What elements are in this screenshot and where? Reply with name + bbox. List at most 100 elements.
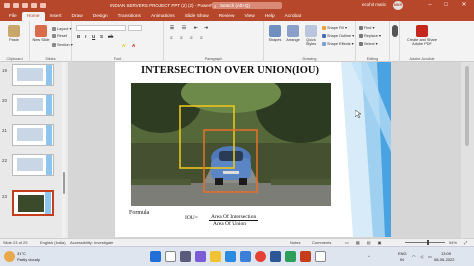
tab-home[interactable]: Home [21, 12, 45, 21]
wifi-icon[interactable]: ◠ [412, 254, 416, 259]
word-icon[interactable] [270, 251, 281, 262]
slide-thumbnail[interactable] [12, 190, 54, 216]
windows-start-icon[interactable] [150, 251, 161, 262]
weather-temp[interactable]: 31°C [17, 251, 26, 256]
tab-draw[interactable]: Draw [67, 12, 88, 21]
shapes-button[interactable]: Shapes [266, 23, 284, 42]
paste-button[interactable]: Paste [5, 23, 23, 42]
tab-acrobat[interactable]: Acrobat [280, 12, 307, 21]
undo-icon[interactable] [22, 3, 28, 8]
align-center-icon[interactable]: ≡ [180, 35, 183, 40]
slide-thumbnail[interactable] [12, 154, 54, 176]
highlight-icon[interactable]: A [122, 43, 125, 48]
numbering-icon[interactable]: ☷ [182, 25, 186, 31]
zoom-level[interactable]: 54% [449, 240, 457, 245]
comments-button[interactable]: Comments [312, 240, 331, 245]
shadow-icon[interactable]: S [100, 34, 103, 39]
tab-transitions[interactable]: Transitions [113, 12, 146, 21]
maximize-button[interactable]: □ [440, 0, 452, 11]
find-button[interactable]: Find ▾ [359, 25, 374, 30]
weather-icon[interactable] [4, 251, 15, 262]
search-taskbar-icon[interactable] [165, 251, 176, 262]
align-left-icon[interactable]: ≡ [170, 35, 173, 40]
tab-file[interactable]: File [4, 12, 22, 21]
teams-chat-icon[interactable] [195, 251, 206, 262]
weather-desc[interactable]: Partly cloudy [17, 257, 40, 262]
tab-help[interactable]: Help [260, 12, 280, 21]
minimize-button[interactable]: – [424, 0, 436, 11]
editor-scrollbar[interactable] [461, 62, 474, 238]
redo-icon[interactable] [31, 3, 37, 8]
tray-chevron-icon[interactable]: ^ [368, 254, 370, 259]
create-share-pdf-button[interactable]: Create and Share Adobe PDF [402, 23, 442, 46]
app2-icon[interactable] [315, 251, 326, 262]
notes-button[interactable]: Notes [290, 240, 300, 245]
slide-thumbnail-pane[interactable]: 19 20 21 22 23 [0, 62, 68, 238]
current-slide[interactable]: INTERSECTION OVER UNION(IOU) Formula IOU… [115, 62, 391, 237]
volume-icon[interactable]: ◁ [420, 254, 423, 259]
reset-button[interactable]: Reset [52, 34, 67, 38]
avatar[interactable]: MKR [393, 1, 403, 10]
customize-qat-icon[interactable] [40, 3, 46, 8]
scrollbar-thumb[interactable] [63, 172, 65, 194]
autosave-icon[interactable] [4, 3, 10, 8]
view-buttons[interactable]: ▭ ▦ ▤ ▣ [345, 240, 384, 245]
language-indicator[interactable]: English (India) [40, 240, 66, 245]
edge-icon[interactable] [225, 251, 236, 262]
save-icon[interactable] [13, 3, 19, 8]
thumbnail-scrollbar[interactable] [62, 62, 66, 238]
underline-icon[interactable]: U [92, 34, 95, 39]
bullets-icon[interactable]: ☰ [170, 25, 174, 31]
chrome-icon[interactable] [255, 251, 266, 262]
align-right-icon[interactable]: ≡ [190, 35, 193, 40]
language-bottom[interactable]: IN [400, 257, 404, 262]
search-box[interactable]: ⌕ Search (Alt+Q) [212, 2, 282, 9]
car-bounding-box-photo[interactable] [131, 83, 331, 206]
language-top[interactable]: ENG [398, 251, 407, 256]
store-icon[interactable] [240, 251, 251, 262]
strikethrough-icon[interactable]: ab [108, 34, 113, 39]
new-slide-button[interactable]: New Slide [32, 23, 50, 42]
slide-thumbnail[interactable] [12, 64, 54, 86]
font-name-box[interactable] [76, 25, 126, 31]
section-button[interactable]: Section ▾ [52, 42, 73, 47]
close-button[interactable]: ✕ [458, 0, 470, 11]
formula-label[interactable]: Formula [129, 210, 149, 216]
layout-button[interactable]: Layout ▾ [52, 26, 71, 31]
slide-title[interactable]: INTERSECTION OVER UNION(IOU) [115, 65, 345, 76]
clock-time[interactable]: 13:09 [441, 251, 451, 256]
select-button[interactable]: Select ▾ [359, 41, 378, 46]
tab-view[interactable]: View [239, 12, 259, 21]
font-color-icon[interactable]: A [132, 43, 135, 48]
bold-icon[interactable]: B [77, 34, 80, 39]
italic-icon[interactable]: I [85, 34, 86, 39]
quick-styles-button[interactable]: Quick Styles [302, 23, 320, 46]
tab-slide-show[interactable]: Slide Show [180, 12, 214, 21]
fit-slide-icon[interactable]: ⤢ [464, 240, 467, 245]
file-explorer-icon[interactable] [210, 251, 221, 262]
arrange-button[interactable]: Arrange [284, 23, 302, 42]
zoom-slider[interactable] [405, 240, 445, 245]
editor-scrollbar-thumb[interactable] [465, 66, 469, 146]
user-name[interactable]: ecohit maric [362, 2, 386, 7]
app-icon[interactable] [285, 251, 296, 262]
tab-insert[interactable]: Insert [45, 12, 67, 21]
accessibility-status[interactable]: Accessibility: Investigate [70, 240, 113, 245]
shape-outline-button[interactable]: Shape Outline ▾ [322, 33, 354, 38]
task-view-icon[interactable] [180, 251, 191, 262]
slide-thumbnail[interactable] [12, 94, 54, 116]
battery-icon[interactable]: ▭ [428, 254, 432, 259]
tab-animations[interactable]: Animations [146, 12, 180, 21]
tab-design[interactable]: Design [88, 12, 113, 21]
shape-effects-button[interactable]: Shape Effects ▾ [322, 41, 354, 46]
slide-thumbnail[interactable] [12, 124, 54, 146]
shape-fill-button[interactable]: Shape Fill ▾ [322, 25, 347, 30]
powerpoint-icon[interactable] [300, 251, 311, 262]
font-size-box[interactable] [128, 25, 142, 31]
justify-icon[interactable]: ≡ [200, 35, 203, 40]
clock-date[interactable]: 08-05-2022 [434, 257, 454, 262]
zoom-slider-thumb[interactable] [427, 240, 429, 245]
increase-indent-icon[interactable]: ⇥ [204, 25, 208, 31]
tab-review[interactable]: Review [214, 12, 240, 21]
replace-button[interactable]: Replace ▾ [359, 33, 381, 38]
